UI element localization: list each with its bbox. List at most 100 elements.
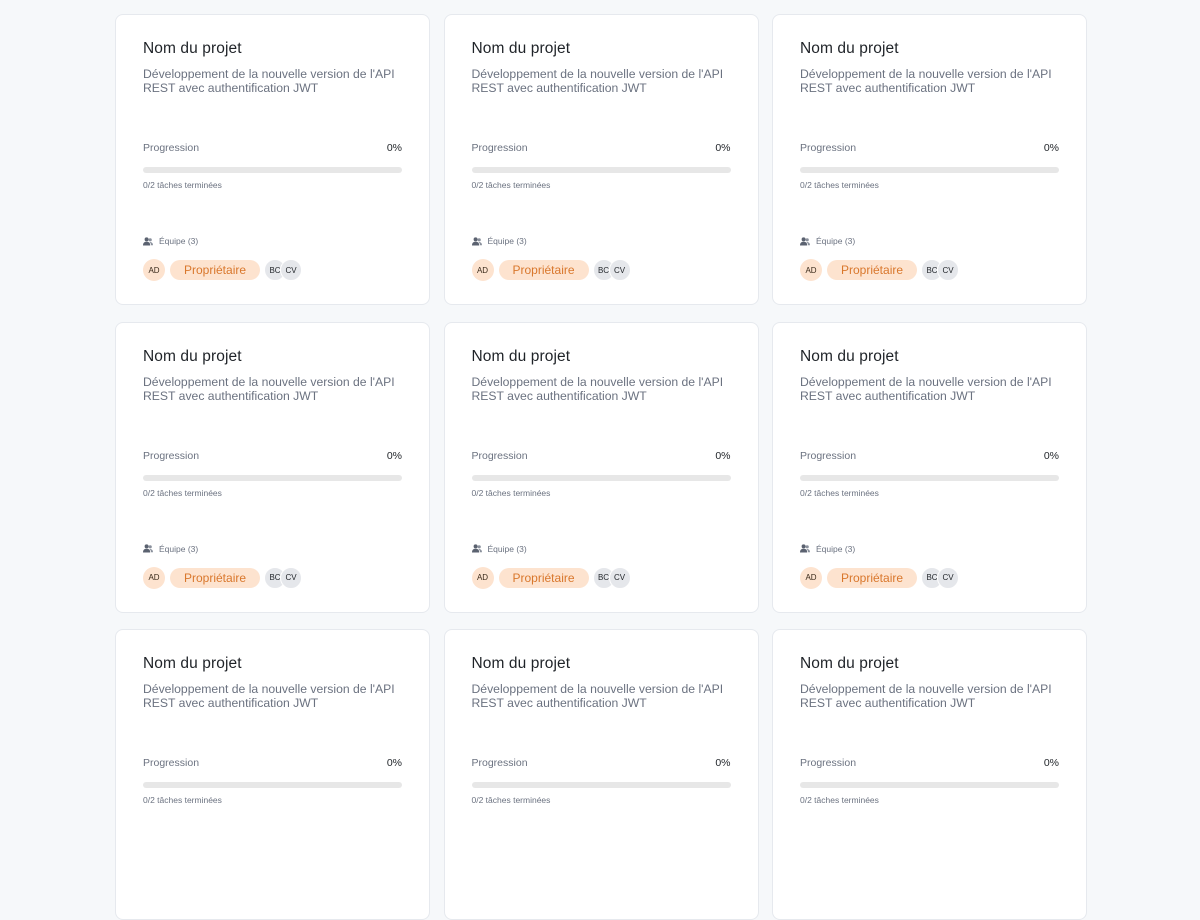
- project-card[interactable]: Nom du projet Développement de la nouvel…: [443, 629, 759, 920]
- projects-grid: Nom du projet Développement de la nouvel…: [115, 14, 1087, 920]
- users-icon: [143, 236, 153, 246]
- owner-badge: Propriétaire: [498, 567, 589, 588]
- progress-bar: [143, 474, 402, 481]
- progress-label: Progression: [800, 142, 857, 154]
- team-header: Équipe (3): [471, 236, 527, 246]
- progress-label: Progression: [143, 142, 200, 154]
- project-description: Développement de la nouvelle version de …: [471, 682, 724, 710]
- team-label: Équipe (3): [487, 543, 527, 554]
- avatar[interactable]: CV: [280, 566, 303, 589]
- team-label: Équipe (3): [816, 543, 856, 554]
- team-members: AD Propriétaire BC CV: [471, 259, 631, 281]
- progress-bar: [800, 167, 1059, 173]
- progress-bar: [143, 167, 402, 173]
- team-header: Équipe (3): [143, 544, 198, 554]
- tasks-count: 0/2 tâches terminées: [143, 795, 222, 805]
- progress-header: Progression 0%: [472, 757, 731, 769]
- team-label: Équipe (3): [159, 543, 199, 554]
- progress-label: Progression: [800, 757, 857, 769]
- progress-label: Progression: [800, 449, 857, 462]
- progress-percent: 0%: [386, 757, 402, 769]
- avatar[interactable]: AD: [143, 566, 165, 589]
- avatar[interactable]: AD: [471, 566, 494, 589]
- avatar[interactable]: CV: [280, 259, 303, 281]
- progress-header: Progression 0%: [800, 142, 1059, 154]
- project-title: Nom du projet: [471, 40, 571, 57]
- progress-header: Progression 0%: [800, 450, 1059, 462]
- project-title: Nom du projet: [471, 655, 571, 672]
- team-header: Équipe (3): [143, 236, 198, 246]
- progress-percent: 0%: [715, 142, 731, 154]
- project-card[interactable]: Nom du projet Développement de la nouvel…: [772, 629, 1087, 920]
- avatar[interactable]: CV: [937, 566, 960, 589]
- avatar[interactable]: AD: [471, 259, 494, 281]
- tasks-count: 0/2 tâches terminées: [800, 795, 879, 805]
- avatar[interactable]: AD: [800, 259, 822, 281]
- progress-bar: [143, 782, 402, 788]
- project-description: Développement de la nouvelle version de …: [143, 682, 395, 710]
- project-card[interactable]: Nom du projet Développement de la nouvel…: [772, 321, 1087, 613]
- progress-label: Progression: [471, 449, 528, 462]
- project-card[interactable]: Nom du projet Développement de la nouvel…: [772, 14, 1087, 305]
- progress-label: Progression: [143, 757, 200, 769]
- progress-bar: [471, 782, 731, 788]
- owner-badge: Propriétaire: [498, 260, 589, 280]
- owner-badge: Propriétaire: [170, 260, 261, 280]
- avatar[interactable]: AD: [143, 259, 165, 281]
- tasks-count: 0/2 tâches terminées: [471, 180, 551, 190]
- project-title: Nom du projet: [800, 40, 899, 57]
- tasks-count: 0/2 tâches terminées: [800, 180, 879, 190]
- owner-badge: Propriétaire: [827, 260, 918, 280]
- project-title: Nom du projet: [471, 347, 571, 365]
- users-icon: [471, 236, 482, 246]
- team-members: AD Propriétaire BC CV: [471, 566, 631, 589]
- users-icon: [800, 236, 810, 246]
- progress-label: Progression: [471, 142, 528, 154]
- avatar[interactable]: CV: [608, 259, 631, 281]
- progress-header: Progression 0%: [472, 450, 731, 462]
- users-icon: [143, 544, 153, 553]
- avatar[interactable]: CV: [608, 566, 631, 589]
- avatar[interactable]: AD: [800, 566, 822, 589]
- team-members: AD Propriétaire BC CV: [143, 566, 303, 589]
- avatar[interactable]: CV: [937, 259, 960, 281]
- project-card[interactable]: Nom du projet Développement de la nouvel…: [443, 321, 759, 613]
- project-card[interactable]: Nom du projet Développement de la nouvel…: [115, 629, 430, 920]
- team-members: AD Propriétaire BC CV: [143, 259, 303, 281]
- progress-percent: 0%: [1043, 449, 1059, 462]
- project-card[interactable]: Nom du projet Développement de la nouvel…: [443, 14, 759, 305]
- progress-percent: 0%: [386, 142, 402, 154]
- progress-percent: 0%: [715, 449, 731, 462]
- progress-percent: 0%: [386, 449, 402, 462]
- progress-percent: 0%: [1043, 757, 1059, 769]
- project-card[interactable]: Nom du projet Développement de la nouvel…: [115, 321, 430, 613]
- team-header: Équipe (3): [471, 543, 527, 554]
- owner-badge: Propriétaire: [170, 567, 261, 588]
- progress-percent: 0%: [1043, 142, 1059, 154]
- progress-header: Progression 0%: [143, 142, 402, 154]
- project-description: Développement de la nouvelle version de …: [471, 67, 724, 95]
- project-card[interactable]: Nom du projet Développement de la nouvel…: [115, 14, 430, 305]
- tasks-count: 0/2 tâches terminées: [471, 795, 551, 805]
- project-description: Développement de la nouvelle version de …: [143, 374, 395, 403]
- team-label: Équipe (3): [487, 236, 527, 246]
- progress-bar: [471, 167, 731, 173]
- progress-percent: 0%: [715, 757, 731, 769]
- owner-badge: Propriétaire: [827, 567, 918, 588]
- users-icon: [800, 544, 810, 553]
- progress-header: Progression 0%: [143, 450, 402, 462]
- project-description: Développement de la nouvelle version de …: [800, 682, 1052, 710]
- team-label: Équipe (3): [816, 236, 856, 246]
- users-icon: [471, 544, 482, 553]
- team-header: Équipe (3): [800, 544, 855, 554]
- team-label: Équipe (3): [159, 236, 199, 246]
- project-description: Développement de la nouvelle version de …: [143, 67, 395, 95]
- progress-label: Progression: [471, 757, 528, 769]
- project-title: Nom du projet: [143, 40, 242, 57]
- team-members: AD Propriétaire BC CV: [800, 566, 960, 589]
- project-title: Nom du projet: [800, 347, 899, 365]
- project-description: Développement de la nouvelle version de …: [800, 374, 1052, 403]
- tasks-count: 0/2 tâches terminées: [143, 180, 222, 190]
- tasks-count: 0/2 tâches terminées: [800, 487, 879, 498]
- project-title: Nom du projet: [143, 655, 242, 672]
